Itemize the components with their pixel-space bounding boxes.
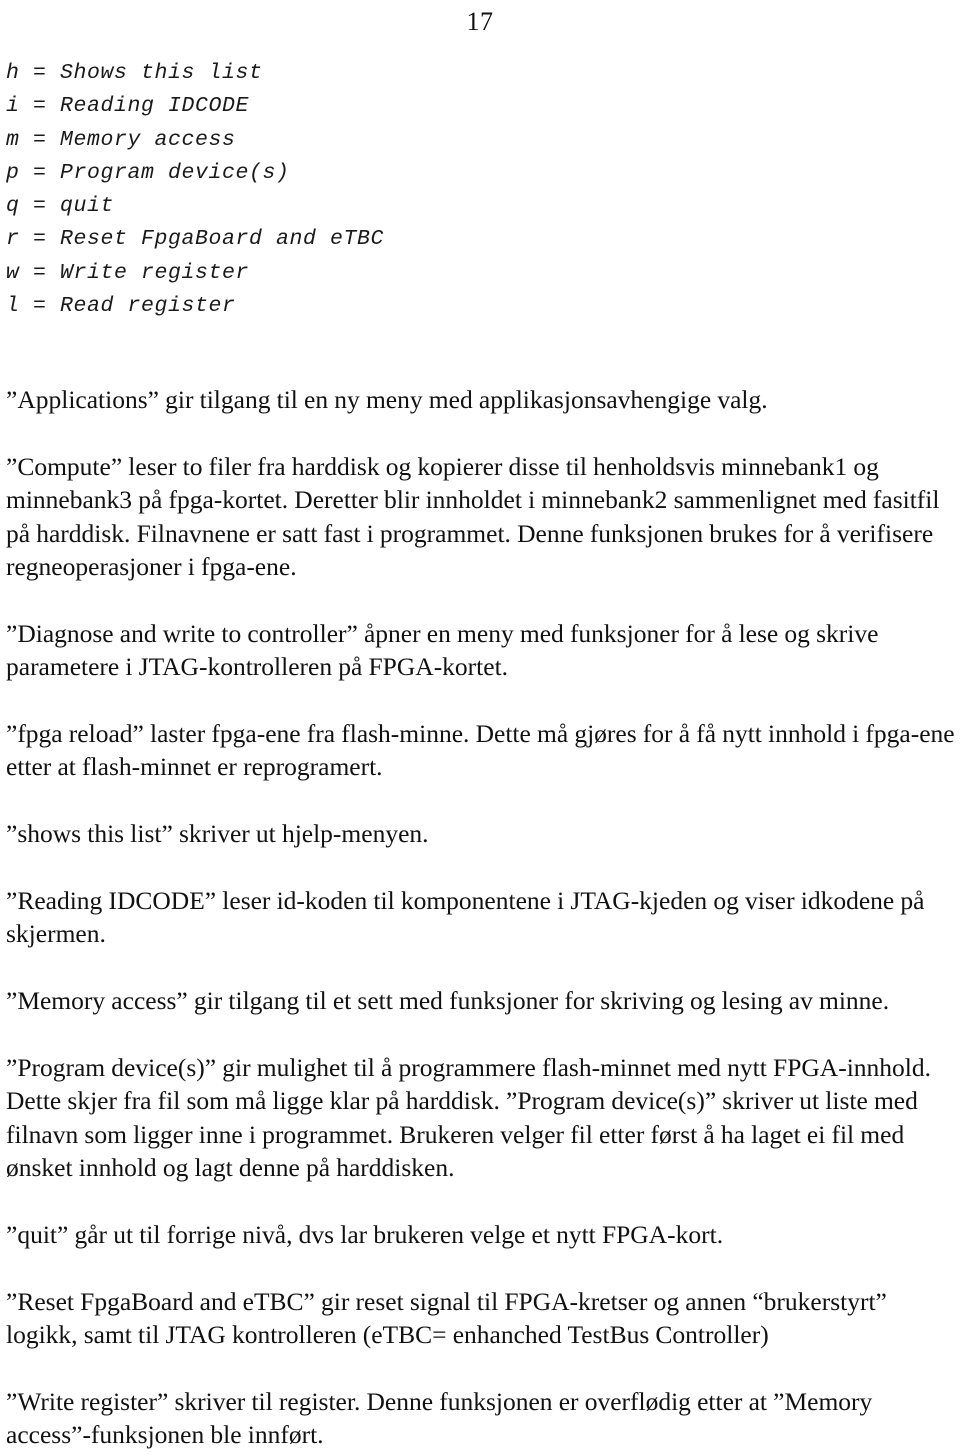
document-page: 17 h = Shows this list i = Reading IDCOD… xyxy=(0,0,960,1456)
page-number: 17 xyxy=(466,7,494,36)
command-list-line: h = Shows this list xyxy=(6,61,263,85)
command-list-line: l = Read register xyxy=(6,294,236,319)
paragraph: ”Reading IDCODE” leser id-koden til komp… xyxy=(6,886,925,949)
command-list-line: i = Reading IDCODE xyxy=(6,94,250,119)
command-list-line: q = quit xyxy=(6,194,115,219)
paragraph: ”Memory access” gir tilgang til et sett … xyxy=(6,986,890,1016)
paragraph: ”fpga reload” laster fpga-ene fra flash-… xyxy=(6,719,955,782)
command-list-line: m = Memory access xyxy=(6,127,236,152)
paragraph: ”shows this list” skriver ut hjelp-menye… xyxy=(6,819,429,849)
paragraph: ”Compute” leser to filer fra harddisk og… xyxy=(6,451,940,582)
paragraph: ”Write register” skriver til register. D… xyxy=(6,1387,873,1450)
command-list-line: r = Reset FpgaBoard and eTBC xyxy=(6,227,385,252)
paragraph: ”Program device(s)” gir mulighet til å p… xyxy=(6,1053,931,1183)
paragraph: ”quit” går ut til forrige nivå, dvs lar … xyxy=(6,1220,724,1250)
paragraph: ”Reset FpgaBoard and eTBC” gir reset sig… xyxy=(6,1286,887,1350)
body-copy: ”Applications” gir tilgang til en ny men… xyxy=(6,383,956,1452)
paragraph: ”Diagnose and write to controller” åpner… xyxy=(6,618,879,682)
command-list-line: w = Write register xyxy=(6,260,250,285)
command-list-line: p = Program device(s) xyxy=(6,160,290,185)
command-list: h = Shows this list i = Reading IDCODE m… xyxy=(6,57,706,323)
paragraph: ”Applications” gir tilgang til en ny men… xyxy=(6,385,768,414)
